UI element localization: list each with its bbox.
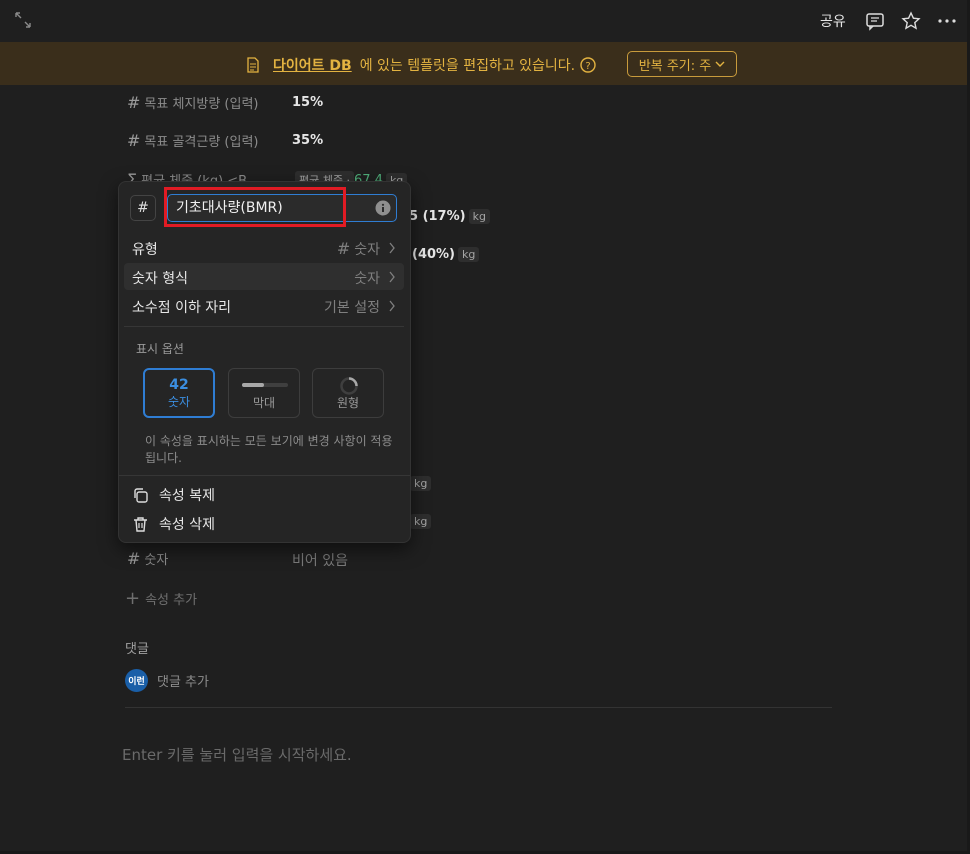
svg-text:?: ? (585, 61, 590, 72)
chevron-down-icon (715, 61, 725, 67)
property-value-empty[interactable]: 비어 있음 (292, 550, 348, 570)
comments-title: 댓글 (125, 642, 149, 657)
decimal-label: 소수점 이하 자리 (132, 300, 232, 316)
help-icon[interactable]: ? (580, 57, 596, 73)
display-options-hint: 이 속성을 표시하는 모든 보기에 변경 사항이 적용됩니다. (145, 434, 393, 465)
property-value[interactable]: 35% (292, 133, 323, 148)
duplicate-label: 속성 복제 (159, 488, 215, 504)
divider (125, 707, 832, 708)
unit-badge: kg (468, 209, 490, 224)
duplicate-icon (134, 487, 148, 503)
duplicate-property-button[interactable]: 속성 복제 (132, 485, 215, 505)
display-option-bar[interactable]: 막대 (228, 368, 300, 418)
number-format-row[interactable]: 숫자 형식 숫자 (124, 263, 404, 290)
unit-badge: kg (458, 247, 480, 262)
editor-placeholder[interactable]: Enter 키를 눌러 입력을 시작하세요. (122, 744, 352, 765)
share-button[interactable]: 공유 (820, 11, 846, 31)
display-option-ring[interactable]: 원형 (312, 368, 384, 418)
ring-preview-icon (340, 377, 358, 395)
unit-badge: kg (410, 514, 432, 529)
add-comment-input[interactable]: 댓글 추가 (157, 671, 209, 690)
expand-icon[interactable] (14, 11, 32, 29)
info-icon[interactable] (375, 200, 391, 216)
value-number: 5 (17%) (409, 209, 466, 224)
number-icon: # (127, 93, 141, 112)
option-label: 막대 (252, 396, 276, 410)
avatar: 이런 (125, 669, 148, 692)
decimal-places-row[interactable]: 소수점 이하 자리 기본 설정 (124, 292, 404, 319)
property-target-muscle[interactable]: # 목표 골격근량 (입력) (127, 131, 259, 150)
chevron-right-icon (389, 300, 395, 312)
unit-badge: kg (410, 476, 432, 491)
add-property-label: 속성 추가 (145, 593, 198, 608)
star-icon[interactable] (901, 11, 921, 31)
property-label: 목표 체지방량 (입력) (144, 97, 259, 112)
value-number: (40%) (412, 247, 455, 262)
banner-message: 다이어트 DB 에 있는 템플릿을 편집하고 있습니다. ? (246, 55, 596, 75)
display-option-number[interactable]: 42 숫자 (143, 368, 215, 418)
property-value[interactable]: 5 (17%) kg (409, 209, 490, 224)
number-icon: # (127, 549, 141, 568)
top-bar: 공유 (0, 0, 967, 42)
decimal-value: 기본 설정 (324, 300, 380, 316)
property-edit-popup: # 기초대사량(BMR) 유형 # 숫자 숫자 형식 숫자 소수점 이하 자리 기… (118, 181, 411, 543)
option-label: 원형 (336, 396, 360, 410)
format-value: 숫자 (354, 271, 380, 287)
divider (119, 475, 410, 476)
document-icon (247, 57, 259, 73)
database-link[interactable]: 다이어트 DB (273, 55, 352, 75)
annotation-highlight (164, 187, 346, 227)
repeat-cycle-label: 반복 주기: 주 (638, 58, 712, 74)
number-preview: 42 (169, 377, 189, 393)
delete-label: 속성 삭제 (159, 517, 215, 533)
type-value: # 숫자 (336, 239, 380, 258)
divider (124, 326, 404, 327)
property-target-bodyfat[interactable]: # 목표 체지방량 (입력) (127, 93, 259, 112)
delete-property-button[interactable]: 속성 삭제 (132, 514, 215, 534)
option-label: 숫자 (167, 395, 191, 409)
page: 공유 다이어트 DB 에 있는 템플릿을 편집하고 있습니다. ? 반복 주기:… (0, 0, 967, 851)
chevron-right-icon (389, 271, 395, 283)
display-options-label: 표시 옵션 (136, 342, 184, 356)
property-number[interactable]: # 숫자 (127, 549, 168, 568)
number-icon: # (127, 131, 141, 150)
property-label: 숫자 (144, 553, 169, 568)
property-type-icon-button[interactable]: # (130, 195, 156, 221)
comment-icon[interactable] (865, 11, 885, 31)
property-value[interactable]: 15% (292, 95, 323, 110)
type-label: 유형 (132, 242, 158, 258)
bar-preview-icon (242, 383, 288, 387)
type-row[interactable]: 유형 # 숫자 (124, 234, 404, 261)
trash-icon (134, 516, 147, 532)
more-icon[interactable] (937, 11, 957, 31)
format-label: 숫자 형식 (132, 271, 188, 287)
template-banner: 다이어트 DB 에 있는 템플릿을 편집하고 있습니다. ? (0, 42, 967, 85)
plus-icon: + (125, 588, 141, 609)
chevron-right-icon (389, 242, 395, 254)
repeat-cycle-button[interactable]: 반복 주기: 주 (627, 51, 737, 77)
property-label: 목표 골격근량 (입력) (144, 135, 259, 150)
banner-text: 에 있는 템플릿을 편집하고 있습니다. (359, 58, 576, 74)
add-property-button[interactable]: + 속성 추가 (125, 588, 197, 609)
property-value[interactable]: (40%) kg (412, 247, 480, 262)
